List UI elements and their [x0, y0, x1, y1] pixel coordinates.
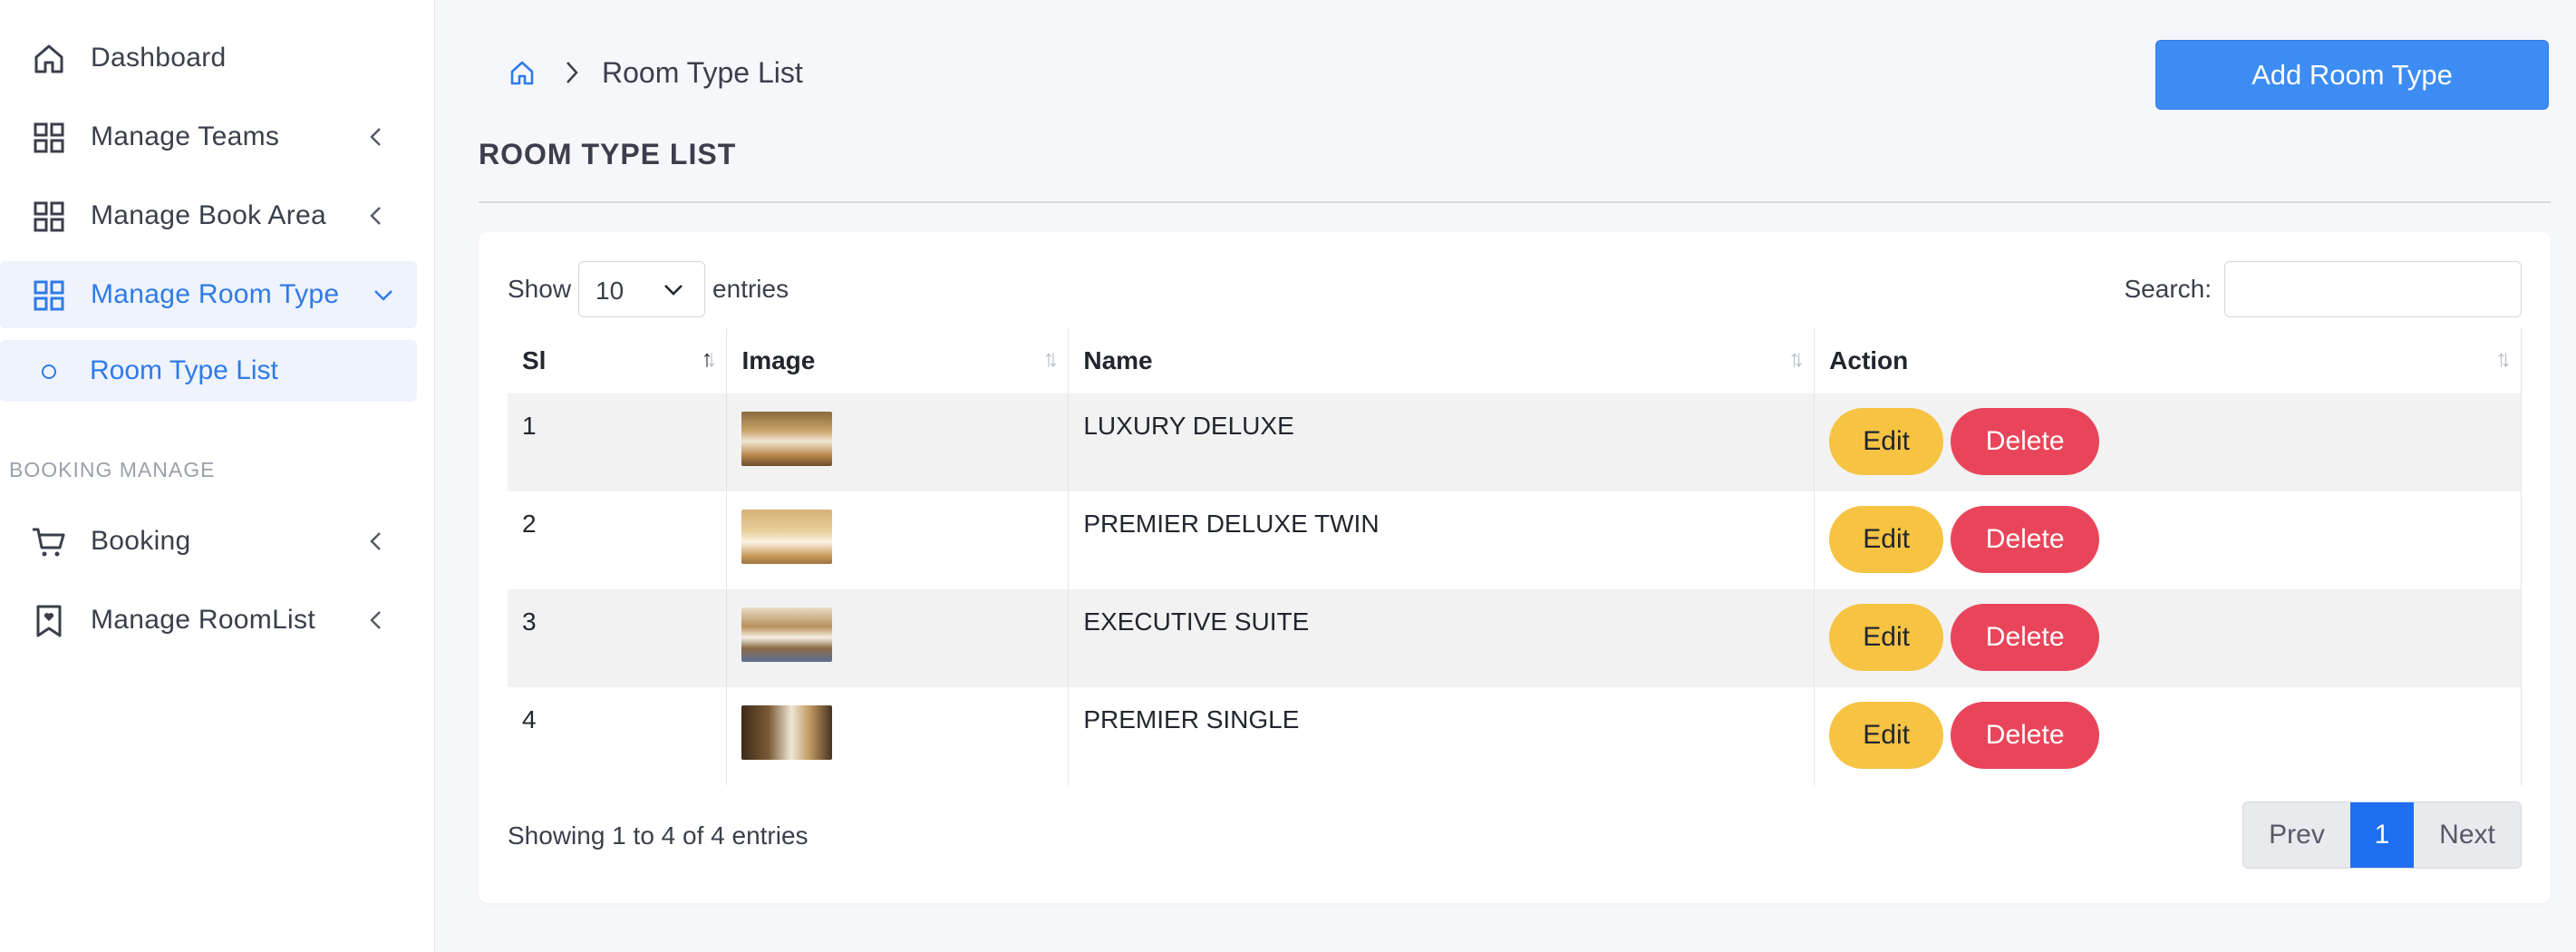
sort-icon: ↑↓ [2495, 345, 2512, 372]
section-label: BOOKING MANAGE [9, 458, 216, 481]
chevron-left-icon [370, 128, 381, 146]
sidebar-subitem-label: Room Type List [90, 355, 278, 385]
cell-action: Edit Delete [1814, 687, 2522, 785]
breadcrumb-current: Room Type List [602, 55, 803, 89]
search-label: Search: [2124, 275, 2213, 303]
room-thumbnail [741, 705, 833, 760]
page-length-select[interactable]: 10 [578, 261, 706, 317]
delete-button[interactable]: Delete [1951, 702, 2100, 769]
column-header-sl[interactable]: Sl ↑↓ [508, 328, 728, 393]
table-row: 1 LUXURY DELUXE Edit Delete [508, 393, 2522, 491]
sidebar-item-manage-room-type[interactable]: Manage Room Type [0, 261, 417, 328]
delete-button[interactable]: Delete [1951, 604, 2100, 671]
cell-name: PREMIER SINGLE [1068, 687, 1816, 785]
table-info: Showing 1 to 4 of 4 entries [508, 821, 809, 850]
room-thumbnail [741, 510, 833, 564]
delete-button[interactable]: Delete [1951, 506, 2100, 573]
sidebar-item-booking[interactable]: Booking [0, 508, 417, 575]
sort-icon: ↑↓ [701, 345, 717, 372]
home-icon [34, 44, 63, 73]
cell-image [726, 491, 1070, 589]
sidebar-item-label: Manage Room Type [91, 279, 340, 309]
delete-button[interactable]: Delete [1951, 408, 2100, 475]
cell-name: LUXURY DELUXE [1068, 393, 1816, 491]
add-room-type-button[interactable]: Add Room Type [2155, 40, 2549, 110]
cart-icon [33, 528, 65, 557]
pagination: Prev 1 Next [2242, 801, 2522, 869]
chevron-down-icon [664, 285, 683, 296]
sidebar: Dashboard Manage Teams Manage Book Area … [0, 0, 435, 952]
table-header-row: Sl ↑↓ Image ↑↓ Name ↑↓ Action ↑↓ [508, 328, 2522, 393]
table-row: 2 PREMIER DELUXE TWIN Edit Delete [508, 491, 2522, 589]
page-length-control: Show 10 entries [508, 261, 789, 317]
table-row: 3 EXECUTIVE SUITE Edit Delete [508, 589, 2522, 687]
sidebar-item-label: Manage RoomList [91, 605, 315, 635]
sidebar-item-manage-roomlist[interactable]: Manage RoomList [0, 587, 417, 654]
chevron-right-icon [567, 62, 578, 83]
room-thumbnail [741, 412, 833, 466]
grid-icon [34, 201, 64, 232]
column-header-label: Action [1829, 346, 1909, 374]
search-input[interactable] [2224, 261, 2522, 317]
home-icon[interactable] [508, 58, 537, 87]
divider [479, 201, 2551, 203]
page-1-button[interactable]: 1 [2350, 802, 2414, 868]
edit-button[interactable]: Edit [1829, 702, 1944, 769]
breadcrumb: Room Type List [508, 54, 803, 91]
cell-image [726, 393, 1070, 491]
sidebar-item-dashboard[interactable]: Dashboard [0, 24, 417, 92]
cell-image [726, 589, 1070, 687]
edit-button[interactable]: Edit [1829, 506, 1944, 573]
grid-icon [34, 280, 64, 311]
sort-icon: ↑↓ [1788, 345, 1805, 372]
edit-button[interactable]: Edit [1829, 408, 1944, 475]
cell-sl: 1 [508, 393, 728, 491]
column-header-label: Sl [522, 346, 547, 374]
cell-sl: 2 [508, 491, 728, 589]
sidebar-item-label: Manage Teams [91, 121, 280, 151]
cell-image [726, 687, 1070, 785]
table-row: 4 PREMIER SINGLE Edit Delete [508, 687, 2522, 785]
cell-sl: 4 [508, 687, 728, 785]
prev-page-button[interactable]: Prev [2243, 802, 2350, 868]
column-header-label: Name [1083, 346, 1153, 374]
sort-icon: ↑↓ [1042, 345, 1059, 372]
cell-name: EXECUTIVE SUITE [1068, 589, 1816, 687]
edit-button[interactable]: Edit [1829, 604, 1944, 671]
page-title: ROOM TYPE LIST [479, 138, 737, 170]
cell-sl: 3 [508, 589, 728, 687]
chevron-left-icon [370, 532, 381, 550]
cell-action: Edit Delete [1814, 491, 2522, 589]
grid-icon [34, 122, 64, 153]
sidebar-item-manage-book-area[interactable]: Manage Book Area [0, 182, 417, 249]
chevron-left-icon [370, 207, 381, 225]
chevron-down-icon [374, 290, 392, 301]
chevron-left-icon [370, 611, 381, 629]
column-header-image[interactable]: Image ↑↓ [726, 328, 1070, 393]
next-page-button[interactable]: Next [2414, 802, 2521, 868]
cell-action: Edit Delete [1814, 393, 2522, 491]
show-label: Show [508, 275, 572, 303]
sidebar-item-label: Booking [91, 526, 191, 556]
sidebar-item-manage-teams[interactable]: Manage Teams [0, 103, 417, 170]
sidebar-item-label: Manage Book Area [91, 200, 326, 230]
bookmark-heart-icon [36, 605, 62, 637]
search-control: Search: [2124, 261, 2522, 317]
cell-action: Edit Delete [1814, 589, 2522, 687]
room-thumbnail [741, 607, 833, 662]
cell-name: PREMIER DELUXE TWIN [1068, 491, 1816, 589]
column-header-label: Image [741, 346, 816, 374]
sidebar-item-label: Dashboard [91, 43, 227, 73]
circle-icon [42, 364, 56, 379]
room-type-table-card: Show 10 entries Search: Sl ↑↓ Image ↑↓ N… [479, 232, 2551, 903]
sidebar-subitem-room-type-list[interactable]: Room Type List [0, 340, 417, 402]
column-header-action[interactable]: Action ↑↓ [1814, 328, 2522, 393]
room-type-table: Sl ↑↓ Image ↑↓ Name ↑↓ Action ↑↓ 1 LUXUR… [508, 328, 2522, 785]
page-length-value: 10 [596, 277, 625, 305]
entries-label: entries [712, 275, 789, 303]
column-header-name[interactable]: Name ↑↓ [1068, 328, 1816, 393]
